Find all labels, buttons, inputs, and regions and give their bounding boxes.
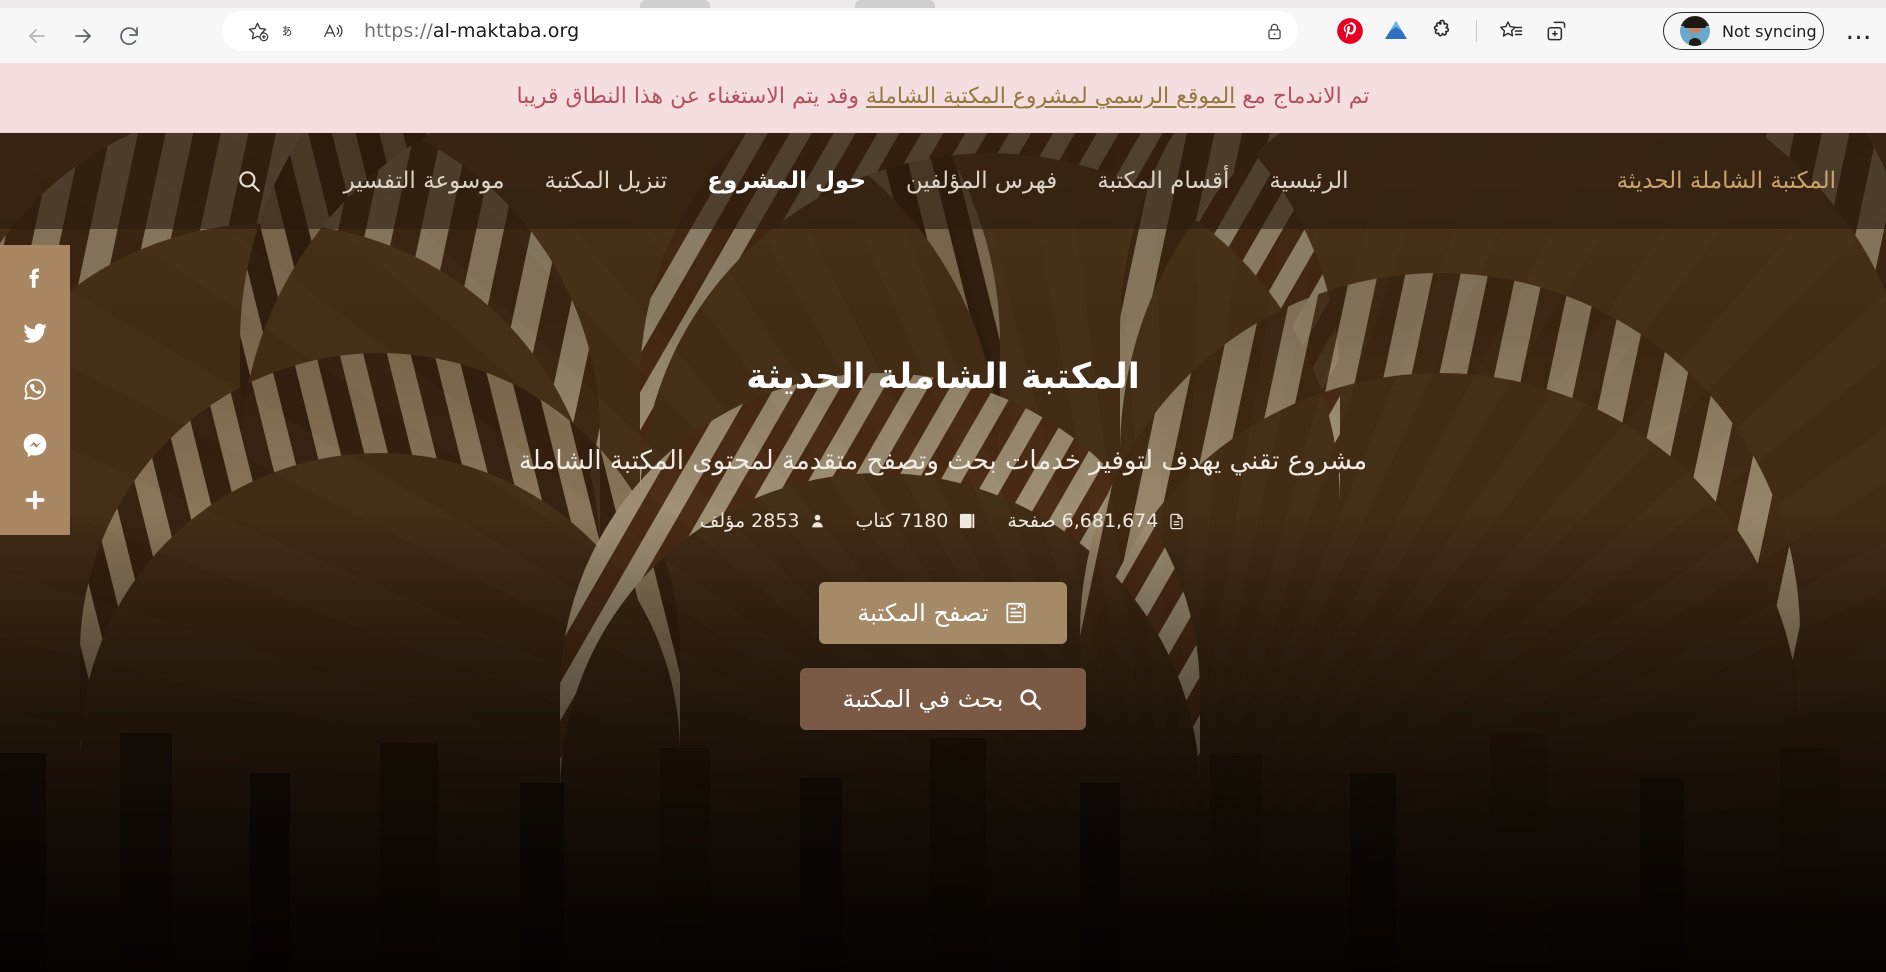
site-navbar: المكتبة الشاملة الحديثة الرئيسية أقسام ا… [0, 133, 1886, 229]
search-icon [1017, 686, 1043, 712]
hero-stats: 6,681,674 صفحة 7180 كتاب 2853 مؤلف [0, 510, 1886, 532]
page-viewport: المكتبة الشاملة الحديثة الرئيسية أقسام ا… [0, 133, 1886, 972]
more-share-icon[interactable] [13, 485, 57, 515]
svg-text:あ: あ [283, 24, 292, 38]
hero-section: المكتبة الشاملة الحديثة مشروع تقني يهدف … [0, 229, 1886, 730]
search-library-button[interactable]: بحث في المكتبة [800, 668, 1086, 730]
site-brand[interactable]: المكتبة الشاملة الحديثة [1617, 168, 1836, 194]
omnibox-actions: aあ [240, 14, 350, 48]
extensions-puzzle-icon[interactable] [1422, 11, 1462, 51]
nav-item-about-project[interactable]: حول المشروع [707, 168, 866, 194]
hero-title: المكتبة الشاملة الحديثة [746, 357, 1140, 397]
collections-icon[interactable] [1491, 11, 1531, 51]
url-text[interactable]: https://al-maktaba.org [364, 20, 1265, 42]
extension-triangle-icon[interactable] [1376, 11, 1416, 51]
nav-search-icon[interactable] [236, 168, 262, 194]
tab-item[interactable] [640, 0, 710, 8]
url-host: al-maktaba.org [432, 20, 580, 42]
reload-icon[interactable] [110, 17, 148, 55]
stat-pages-label: 6,681,674 صفحة [1007, 510, 1159, 532]
back-icon[interactable] [18, 17, 56, 55]
social-share-rail [0, 245, 70, 535]
notice-link[interactable]: الموقع الرسمي لمشروع المكتبة الشاملة [866, 84, 1235, 109]
stat-authors: 2853 مؤلف [700, 510, 826, 532]
nav-item-home[interactable]: الرئيسية [1269, 168, 1348, 194]
notice-text-before: تم الاندماج مع [1235, 84, 1370, 110]
site-nav-items: الرئيسية أقسام المكتبة فهرس المؤلفين حول… [236, 168, 1349, 194]
facebook-share-icon[interactable] [13, 263, 57, 293]
book-open-icon [1003, 600, 1029, 626]
browser-window: https://al-maktaba.org aあ [0, 0, 1886, 972]
hero-actions: تصفح المكتبة بحث في المكتبة [0, 582, 1886, 730]
browse-library-button[interactable]: تصفح المكتبة [819, 582, 1067, 644]
pinterest-icon[interactable] [1330, 11, 1370, 51]
tab-strip[interactable] [0, 0, 1886, 8]
book-icon [957, 511, 977, 531]
read-aloud-icon[interactable] [316, 14, 350, 48]
nav-item-tafsir-encyclopedia[interactable]: موسوعة التفسير [344, 168, 505, 194]
browser-settings-more-icon[interactable]: … [1842, 14, 1876, 48]
split-screen-icon[interactable] [1537, 11, 1577, 51]
add-favorite-icon[interactable] [240, 14, 274, 48]
site-notice-banner: تم الاندماج مع الموقع الرسمي لمشروع المك… [0, 63, 1886, 133]
hero-subtitle: مشروع تقني يهدف لتوفير خدمات بحث وتصفح م… [518, 446, 1368, 476]
toolbar-divider [1476, 20, 1477, 42]
twitter-share-icon[interactable] [13, 319, 57, 349]
messenger-share-icon[interactable] [13, 430, 57, 460]
stat-authors-label: 2853 مؤلف [699, 510, 800, 532]
forward-icon[interactable] [64, 17, 102, 55]
lock-icon [1265, 22, 1284, 41]
stat-books: 7180 كتاب [856, 510, 978, 532]
stat-pages: 6,681,674 صفحة [1007, 510, 1186, 532]
whatsapp-share-icon[interactable] [13, 374, 57, 404]
avatar[interactable] [1680, 16, 1710, 46]
url-scheme: https:// [364, 20, 433, 42]
extensions-area [1330, 10, 1577, 52]
profile-sync-label: Not syncing [1722, 21, 1817, 41]
browse-library-label: تصفح المكتبة [857, 599, 989, 627]
stat-books-label: 7180 كتاب [855, 510, 949, 532]
search-library-label: بحث في المكتبة [842, 685, 1004, 713]
translate-icon[interactable]: aあ [278, 14, 312, 48]
profile-sync-button[interactable]: Not syncing [1663, 12, 1824, 50]
tab-item[interactable] [855, 0, 935, 8]
site-notice-text: تم الاندماج مع الموقع الرسمي لمشروع المك… [516, 82, 1369, 113]
nav-item-sections[interactable]: أقسام المكتبة [1097, 168, 1229, 194]
notice-text-after: وقد يتم الاستغناء عن هذا النطاق قريبا [516, 84, 867, 110]
nav-item-download-library[interactable]: تنزيل المكتبة [545, 168, 668, 194]
address-bar[interactable]: https://al-maktaba.org aあ [222, 11, 1298, 51]
nav-item-authors-index[interactable]: فهرس المؤلفين [906, 168, 1057, 194]
author-icon [809, 511, 826, 531]
page-icon [1167, 511, 1186, 532]
